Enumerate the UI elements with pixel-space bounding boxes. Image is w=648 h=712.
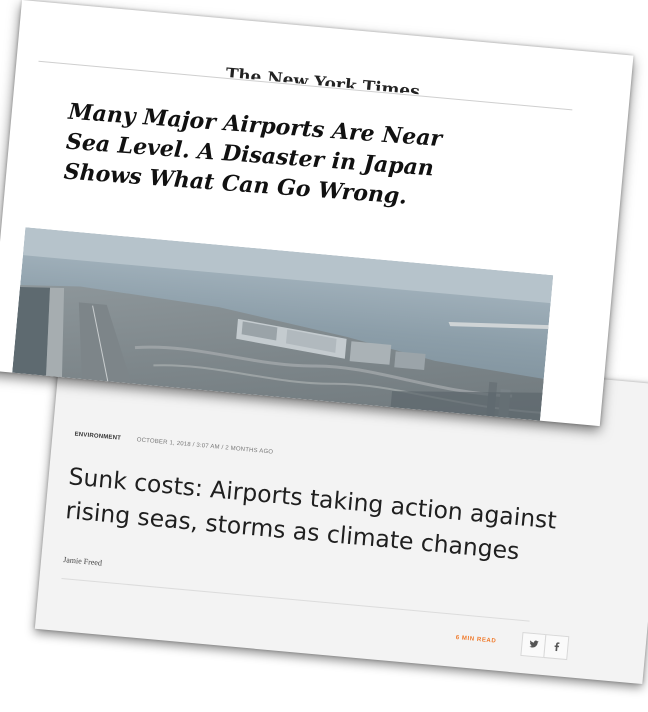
read-time-label: 6 MIN READ — [455, 634, 497, 645]
facebook-icon — [553, 641, 560, 652]
article-category[interactable]: ENVIRONMENT — [74, 432, 121, 442]
article-headline: Sunk costs: Airports taking action again… — [64, 462, 558, 566]
article-byline[interactable]: Jamie Freed — [63, 555, 103, 567]
article-card-front: The New York Times Many Major Airports A… — [0, 0, 634, 427]
article-headline[interactable]: Many Major Airports Are Near Sea Level. … — [63, 97, 488, 218]
article-meta: ENVIRONMENT OCTOBER 1, 2018 / 3:07 AM / … — [74, 432, 273, 456]
facebook-share-button[interactable] — [543, 634, 570, 661]
twitter-icon — [528, 640, 539, 651]
article-date: OCTOBER 1, 2018 / 3:07 AM / 2 MONTHS AGO — [136, 437, 274, 456]
screenshot-stage: ENVIRONMENT OCTOBER 1, 2018 / 3:07 AM / … — [0, 0, 648, 712]
divider — [61, 577, 530, 622]
